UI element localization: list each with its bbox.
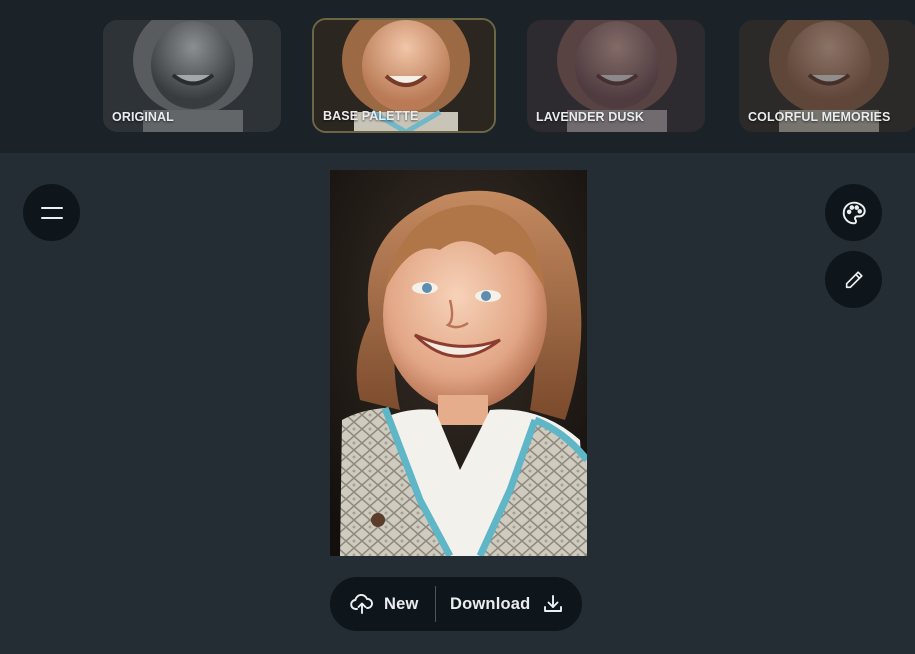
- filter-label: COLORFUL MEMORIES: [748, 110, 891, 124]
- action-bar: New Download: [330, 577, 582, 631]
- new-button[interactable]: New: [330, 577, 435, 631]
- download-button[interactable]: Download: [436, 577, 564, 631]
- main-photo: [330, 170, 587, 556]
- cloud-upload-icon: [350, 594, 373, 614]
- filter-thumb-lavender-dusk[interactable]: LAVENDER DUSK: [527, 20, 705, 132]
- download-button-label: Download: [450, 594, 531, 613]
- filter-thumb-original[interactable]: ORIGINAL: [103, 20, 281, 132]
- download-icon: [544, 595, 563, 612]
- filter-strip: ORIGINAL BASE PALETTE LAVENDER DUSK COLO…: [0, 0, 915, 153]
- filter-label: BASE PALETTE: [323, 109, 419, 123]
- edit-button[interactable]: [825, 251, 882, 308]
- menu-icon: [40, 206, 63, 219]
- filter-label: ORIGINAL: [112, 110, 174, 124]
- filter-label: LAVENDER DUSK: [536, 110, 645, 124]
- menu-button[interactable]: [23, 184, 80, 241]
- colorized-portrait-image: [330, 170, 587, 556]
- filter-thumb-colorful-memories[interactable]: COLORFUL MEMORIES: [739, 20, 915, 132]
- new-button-label: New: [384, 594, 419, 613]
- pencil-icon: [845, 270, 863, 288]
- palette-button[interactable]: [825, 184, 882, 241]
- palette-icon: [842, 201, 866, 224]
- filter-thumb-base-palette[interactable]: BASE PALETTE: [312, 18, 496, 133]
